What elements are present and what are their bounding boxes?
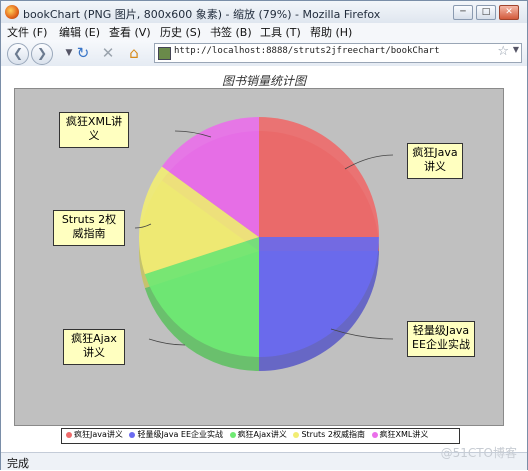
legend-dot-icon bbox=[229, 431, 236, 438]
legend-item-struts: Struts 2权威指南 bbox=[293, 429, 365, 441]
legend-item-ajax: 疯狂Ajax讲义 bbox=[229, 429, 287, 441]
navigation-bar: ❮ ❯ ▼ ↻ ✕ ⌂ http://localhost:8888/struts… bbox=[1, 40, 527, 67]
callout-xml-label: 疯狂XML讲义 bbox=[65, 115, 123, 142]
legend-dot-icon bbox=[66, 431, 72, 438]
title-bar: bookChart (PNG 图片, 800x600 象素) - 缩放 (79%… bbox=[1, 1, 527, 24]
menu-history[interactable]: 历史 (S) bbox=[160, 24, 201, 40]
chart-plot-area: 疯狂Java讲义 轻量级Java EE企业实战 疯狂Ajax讲义 Struts … bbox=[14, 88, 504, 426]
legend-label: Struts 2权威指南 bbox=[301, 430, 365, 439]
callout-java-label: 疯狂Java讲义 bbox=[412, 146, 458, 173]
menu-bar: 文件 (F) 编辑 (E) 查看 (V) 历史 (S) 书签 (B) 工具 (T… bbox=[1, 23, 527, 40]
legend-item-java: 疯狂Java讲义 bbox=[66, 429, 123, 441]
legend-item-javaee: 轻量级Java EE企业实战 bbox=[129, 429, 223, 441]
reload-icon[interactable]: ↻ bbox=[73, 43, 93, 63]
legend-label: 轻量级Java EE企业实战 bbox=[137, 430, 224, 439]
callout-xml: 疯狂XML讲义 bbox=[59, 112, 129, 148]
chart-title: 图书销量统计图 bbox=[221, 74, 306, 88]
minimize-button[interactable]: ─ bbox=[453, 5, 473, 20]
callout-java: 疯狂Java讲义 bbox=[407, 143, 463, 179]
legend-dot-icon bbox=[293, 431, 300, 438]
menu-bookmarks[interactable]: 书签 (B) bbox=[210, 24, 252, 40]
address-bar[interactable]: http://localhost:8888/struts2jfreechart/… bbox=[154, 43, 522, 63]
menu-edit[interactable]: 编辑 (E) bbox=[59, 24, 100, 40]
window-title: bookChart (PNG 图片, 800x600 象素) - 缩放 (79%… bbox=[23, 8, 381, 21]
back-button[interactable]: ❮ bbox=[7, 43, 29, 65]
legend-dot-icon bbox=[371, 431, 378, 438]
legend-label: 疯狂Ajax讲义 bbox=[237, 430, 287, 439]
pie-slice-javaee bbox=[259, 237, 379, 357]
close-button[interactable]: ✕ bbox=[499, 5, 519, 20]
menu-help[interactable]: 帮助 (H) bbox=[310, 24, 352, 40]
callout-javaee-label: 轻量级Java EE企业实战 bbox=[412, 324, 470, 351]
maximize-button[interactable]: □ bbox=[476, 5, 496, 20]
home-icon[interactable]: ⌂ bbox=[124, 43, 144, 63]
bookmark-star-icon[interactable]: ☆ bbox=[497, 44, 509, 59]
callout-struts: Struts 2权威指南 bbox=[53, 210, 125, 246]
page-favicon-icon bbox=[158, 47, 171, 60]
legend-label: 疯狂Java讲义 bbox=[74, 430, 123, 439]
callout-javaee: 轻量级Java EE企业实战 bbox=[407, 321, 475, 357]
forward-button[interactable]: ❯ bbox=[31, 43, 53, 65]
legend-label: 疯狂XML讲义 bbox=[379, 430, 429, 439]
pie-slice-java bbox=[259, 117, 379, 237]
stop-icon[interactable]: ✕ bbox=[98, 43, 118, 63]
legend-item-xml: 疯狂XML讲义 bbox=[371, 429, 429, 441]
url-dropdown-icon[interactable]: ▼ bbox=[513, 45, 519, 54]
status-text: 完成 bbox=[7, 457, 29, 470]
firefox-icon bbox=[5, 5, 19, 19]
browser-window: bookChart (PNG 图片, 800x600 象素) - 缩放 (79%… bbox=[0, 0, 528, 470]
callout-ajax-label: 疯狂Ajax讲义 bbox=[71, 332, 117, 359]
legend-dot-icon bbox=[129, 431, 136, 438]
menu-tools[interactable]: 工具 (T) bbox=[260, 24, 301, 40]
page-content: 图书销量统计图 疯狂Java讲义 轻量级Java EE企业实战 疯狂Ajax讲义… bbox=[1, 66, 527, 452]
callout-ajax: 疯狂Ajax讲义 bbox=[63, 329, 125, 365]
menu-view[interactable]: 查看 (V) bbox=[109, 24, 151, 40]
callout-struts-label: Struts 2权威指南 bbox=[61, 213, 117, 240]
menu-file[interactable]: 文件 (F) bbox=[7, 24, 47, 40]
watermark-text: @51CTO博客 bbox=[440, 446, 517, 460]
url-text: http://localhost:8888/struts2jfreechart/… bbox=[174, 46, 440, 56]
chart-legend: 疯狂Java讲义 轻量级Java EE企业实战 疯狂Ajax讲义 Struts … bbox=[61, 428, 460, 444]
